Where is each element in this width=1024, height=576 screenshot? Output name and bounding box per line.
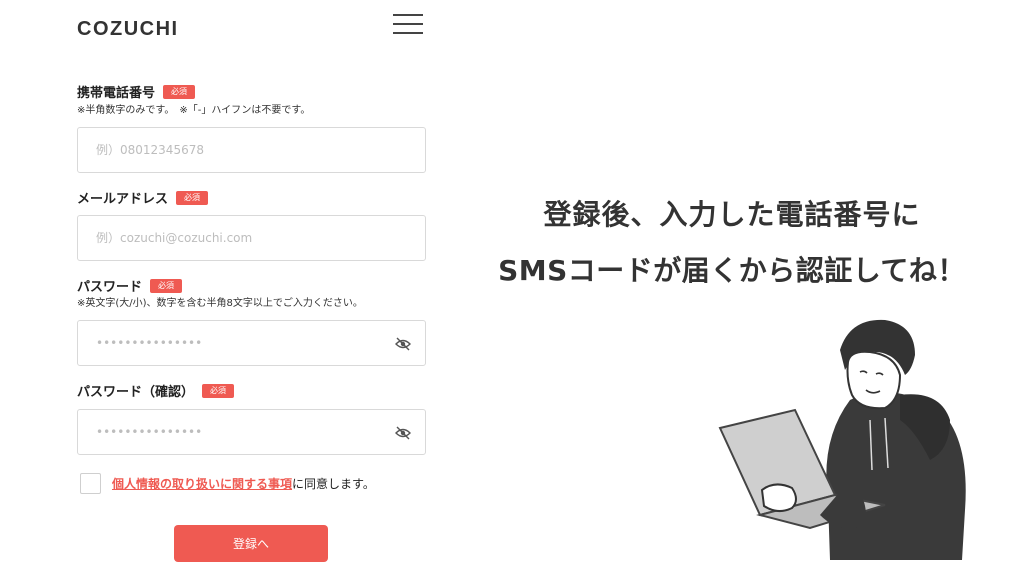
phone-note: ※半角数字のみです。 ※「-」ハイフンは不要です。 bbox=[77, 105, 311, 116]
email-field[interactable] bbox=[77, 215, 426, 261]
email-label: メールアドレス bbox=[77, 192, 169, 207]
email-input[interactable] bbox=[78, 216, 425, 260]
required-badge: 必須 bbox=[163, 84, 196, 99]
required-badge: 必須 bbox=[202, 383, 235, 398]
password-confirm-label-row: パスワード（確認） 必須 bbox=[77, 381, 235, 400]
agreement-row: 個人情報の取り扱いに関する事項 に同意します。 bbox=[80, 473, 375, 494]
hamburger-menu-icon[interactable] bbox=[393, 12, 423, 36]
brand-logo[interactable]: COZUCHI bbox=[77, 18, 179, 41]
password-label: パスワード bbox=[77, 280, 143, 295]
eye-slash-icon[interactable] bbox=[395, 337, 411, 351]
phone-field[interactable] bbox=[77, 127, 426, 173]
register-button[interactable]: 登録へ bbox=[174, 525, 328, 562]
password-confirm-input[interactable] bbox=[78, 410, 425, 454]
password-label-row: パスワード 必須 bbox=[77, 276, 183, 295]
message-line-1: 登録後、入力した電話番号に bbox=[543, 198, 921, 231]
agreement-suffix: に同意します。 bbox=[292, 477, 375, 491]
email-label-row: メールアドレス 必須 bbox=[77, 188, 209, 207]
phone-label: 携帯電話番号 bbox=[77, 86, 156, 101]
phone-input[interactable] bbox=[78, 128, 425, 172]
password-confirm-label: パスワード（確認） bbox=[77, 385, 195, 400]
agreement-checkbox[interactable] bbox=[80, 473, 101, 494]
phone-label-row: 携帯電話番号 必須 bbox=[77, 82, 196, 101]
required-badge: 必須 bbox=[150, 278, 183, 293]
password-input[interactable] bbox=[78, 321, 425, 365]
person-with-laptop-illustration bbox=[718, 319, 966, 560]
message-line-2: SMSコードが届くから認証してね！ bbox=[498, 254, 966, 287]
privacy-policy-link[interactable]: 個人情報の取り扱いに関する事項 bbox=[112, 475, 292, 492]
password-confirm-field[interactable] bbox=[77, 409, 426, 455]
eye-slash-icon[interactable] bbox=[395, 426, 411, 440]
required-badge: 必須 bbox=[176, 190, 209, 205]
password-note: ※英文字(大/小)、数字を含む半角8文字以上でご入力ください。 bbox=[77, 298, 363, 309]
password-field[interactable] bbox=[77, 320, 426, 366]
